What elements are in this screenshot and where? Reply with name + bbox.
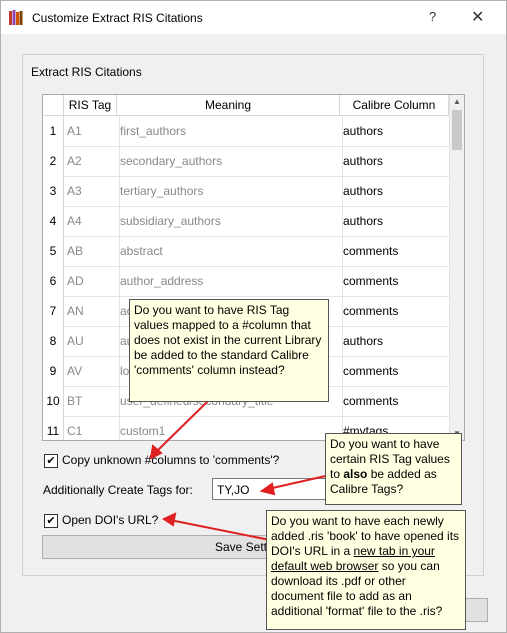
cell-calibre-column[interactable]: authors [340,116,450,146]
row-number: 4 [43,206,64,236]
row-number: 5 [43,236,64,266]
cell-calibre-column[interactable]: comments [340,236,450,266]
groupbox-title: Extract RIS Citations [31,65,142,79]
create-tags-label: Additionally Create Tags for: [43,483,193,497]
cell-ris-tag[interactable]: A1 [64,116,120,146]
calibre-books-icon [9,10,23,25]
cell-calibre-column[interactable]: authors [340,326,450,356]
scroll-thumb[interactable] [452,110,462,150]
open-doi-label: Open DOI's URL? [62,513,159,527]
scroll-up-icon[interactable]: ▲ [453,97,461,106]
tooltip-tags-bold: also [343,467,368,481]
corner-header [43,95,64,115]
table-row[interactable]: 2 A2 secondary_authors authors [43,146,450,177]
tooltip-create-tags: Do you want to have certain RIS Tag valu… [325,433,462,505]
copy-unknown-checkbox[interactable]: ✔ [44,454,58,468]
cell-ris-tag[interactable]: BT [64,386,120,416]
title-bar: Customize Extract RIS Citations ? ✕ [1,1,506,34]
tooltip-open-doi: Do you want to have each newly added .ri… [266,510,466,630]
table-row[interactable]: 5 AB abstract comments [43,236,450,267]
cell-meaning[interactable]: tertiary_authors [117,176,343,206]
help-button[interactable]: ? [429,9,436,24]
header-calibre-column[interactable]: Calibre Column [340,95,449,115]
row-number: 11 [43,416,64,440]
table-scrollbar[interactable]: ▲ ▼ [449,95,464,440]
open-doi-checkbox[interactable]: ✔ [44,514,58,528]
cell-ris-tag[interactable]: C1 [64,416,120,440]
cell-meaning[interactable]: custom1 [117,416,343,440]
cell-calibre-column[interactable]: comments [340,296,450,326]
cell-ris-tag[interactable]: AD [64,266,120,296]
row-number: 9 [43,356,64,386]
row-number: 8 [43,326,64,356]
cell-ris-tag[interactable]: AN [64,296,120,326]
cell-meaning[interactable]: author_address [117,266,343,296]
cell-ris-tag[interactable]: A2 [64,146,120,176]
cell-ris-tag[interactable]: A4 [64,206,120,236]
tooltip-copy-comments: Do you want to have RIS Tag values mappe… [129,299,329,402]
cell-calibre-column[interactable]: authors [340,146,450,176]
header-ris-tag[interactable]: RIS Tag [64,95,117,115]
row-number: 7 [43,296,64,326]
window-title: Customize Extract RIS Citations [32,11,203,25]
row-number: 10 [43,386,64,416]
cell-calibre-column[interactable]: comments [340,356,450,386]
cell-calibre-column[interactable]: authors [340,206,450,236]
header-meaning[interactable]: Meaning [117,95,340,115]
table-row[interactable]: 1 A1 first_authors authors [43,116,450,147]
copy-unknown-label: Copy unknown #columns to 'comments'? [62,453,280,467]
row-number: 2 [43,146,64,176]
cell-meaning[interactable]: abstract [117,236,343,266]
row-number: 3 [43,176,64,206]
table-row[interactable]: 6 AD author_address comments [43,266,450,297]
close-button[interactable]: ✕ [471,7,484,27]
cell-ris-tag[interactable]: AV [64,356,120,386]
cell-ris-tag[interactable]: AB [64,236,120,266]
row-number: 6 [43,266,64,296]
cell-ris-tag[interactable]: AU [64,326,120,356]
row-number: 1 [43,116,64,146]
cell-calibre-column[interactable]: comments [340,266,450,296]
cell-meaning[interactable]: first_authors [117,116,343,146]
table-row[interactable]: 4 A4 subsidiary_authors authors [43,206,450,237]
cell-ris-tag[interactable]: A3 [64,176,120,206]
cell-calibre-column[interactable]: authors [340,176,450,206]
table-row[interactable]: 3 A3 tertiary_authors authors [43,176,450,207]
cell-meaning[interactable]: subsidiary_authors [117,206,343,236]
cell-calibre-column[interactable]: comments [340,386,450,416]
table-header: RIS Tag Meaning Calibre Column [43,95,449,116]
cell-meaning[interactable]: secondary_authors [117,146,343,176]
